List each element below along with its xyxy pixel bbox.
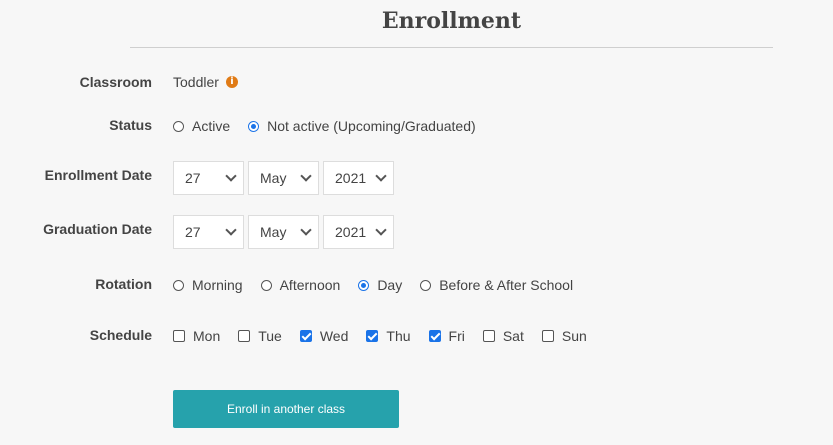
enrollment-year-select[interactable]: 2021 [323, 161, 394, 195]
rotation-radio-before-after-school[interactable] [420, 279, 432, 291]
checkbox-mon[interactable] [173, 330, 185, 342]
chevron-down-icon [375, 224, 387, 236]
schedule-day-thu[interactable]: Thu [366, 328, 411, 344]
checkbox-thu[interactable] [366, 330, 379, 342]
checkbox-sun[interactable] [541, 330, 554, 342]
checkbox-sat[interactable] [482, 330, 495, 342]
rotation-radio-afternoon[interactable] [260, 279, 272, 291]
schedule-days: Mon Tue Wed Thu Fri Sat Sun [173, 328, 605, 344]
rotation-option-label: Afternoon [279, 277, 341, 293]
schedule-day-sat[interactable]: Sat [482, 328, 524, 344]
rotation-label: Rotation [95, 276, 152, 292]
enrollment-day-select[interactable]: 27 [173, 161, 244, 195]
classroom-value-group: Toddler i [173, 74, 238, 90]
checkbox-wed[interactable] [299, 330, 312, 342]
schedule-day-tue[interactable]: Tue [238, 328, 282, 344]
schedule-day-wed[interactable]: Wed [299, 328, 349, 344]
enrollment-day-value: 27 [185, 170, 201, 186]
graduation-year-select[interactable]: 2021 [323, 215, 394, 249]
rotation-radio-morning[interactable] [173, 279, 184, 291]
chevron-down-icon [225, 170, 237, 182]
rotation-option-day[interactable]: Day [358, 277, 402, 293]
schedule-label: Schedule [89, 327, 152, 343]
chevron-down-icon [225, 224, 237, 236]
graduation-year-value: 2021 [335, 224, 367, 240]
graduation-month-select[interactable]: May [248, 215, 319, 249]
schedule-day-label: Sun [561, 328, 587, 344]
status-option-not-active[interactable]: Not active (Upcoming/Graduated) [248, 118, 476, 134]
chevron-down-icon [300, 224, 312, 236]
enrollment-year-value: 2021 [335, 170, 367, 186]
status-option-label: Not active (Upcoming/Graduated) [267, 118, 476, 134]
graduation-day-value: 27 [185, 224, 201, 240]
checkbox-fri[interactable] [428, 330, 441, 342]
schedule-day-label: Sat [502, 328, 524, 344]
graduation-day-select[interactable]: 27 [173, 215, 244, 249]
schedule-day-label: Mon [193, 328, 221, 344]
graduation-month-value: May [260, 224, 287, 240]
chevron-down-icon [375, 170, 387, 182]
rotation-radio-day[interactable] [358, 279, 370, 291]
enrollment-date-label: Enrollment Date [44, 167, 152, 183]
schedule-day-fri[interactable]: Fri [428, 328, 465, 344]
title-divider [130, 47, 773, 48]
status-options: Active Not active (Upcoming/Graduated) [173, 118, 494, 134]
status-option-active[interactable]: Active [173, 118, 230, 134]
info-icon[interactable]: i [225, 76, 238, 88]
classroom-value: Toddler [173, 74, 219, 90]
rotation-option-label: Before & After School [439, 277, 574, 293]
enrollment-month-select[interactable]: May [248, 161, 319, 195]
schedule-day-label: Fri [448, 328, 465, 344]
schedule-day-label: Tue [258, 328, 282, 344]
rotation-option-morning[interactable]: Morning [173, 277, 243, 293]
enrollment-date-selects: 27 May 2021 [173, 161, 398, 195]
chevron-down-icon [300, 170, 312, 182]
rotation-option-afternoon[interactable]: Afternoon [260, 277, 341, 293]
status-label: Status [109, 117, 152, 133]
rotation-option-label: Day [377, 277, 403, 293]
status-option-label: Active [192, 118, 231, 134]
graduation-date-selects: 27 May 2021 [173, 215, 398, 249]
schedule-day-sun[interactable]: Sun [541, 328, 587, 344]
rotation-options: Morning Afternoon Day Before & After Sch… [173, 277, 591, 293]
rotation-option-before-after-school[interactable]: Before & After School [420, 277, 573, 293]
checkbox-tue[interactable] [238, 330, 251, 342]
graduation-date-label: Graduation Date [43, 221, 152, 237]
classroom-label: Classroom [79, 74, 152, 90]
status-radio-not-active[interactable] [248, 120, 260, 132]
schedule-day-label: Thu [386, 328, 411, 344]
page-title: Enrollment [381, 8, 522, 34]
rotation-option-label: Morning [192, 277, 243, 293]
status-radio-active[interactable] [173, 120, 184, 132]
schedule-day-label: Wed [319, 328, 349, 344]
enroll-another-class-button[interactable]: Enroll in another class [173, 390, 399, 428]
enrollment-month-value: May [260, 170, 287, 186]
schedule-day-mon[interactable]: Mon [173, 328, 220, 344]
